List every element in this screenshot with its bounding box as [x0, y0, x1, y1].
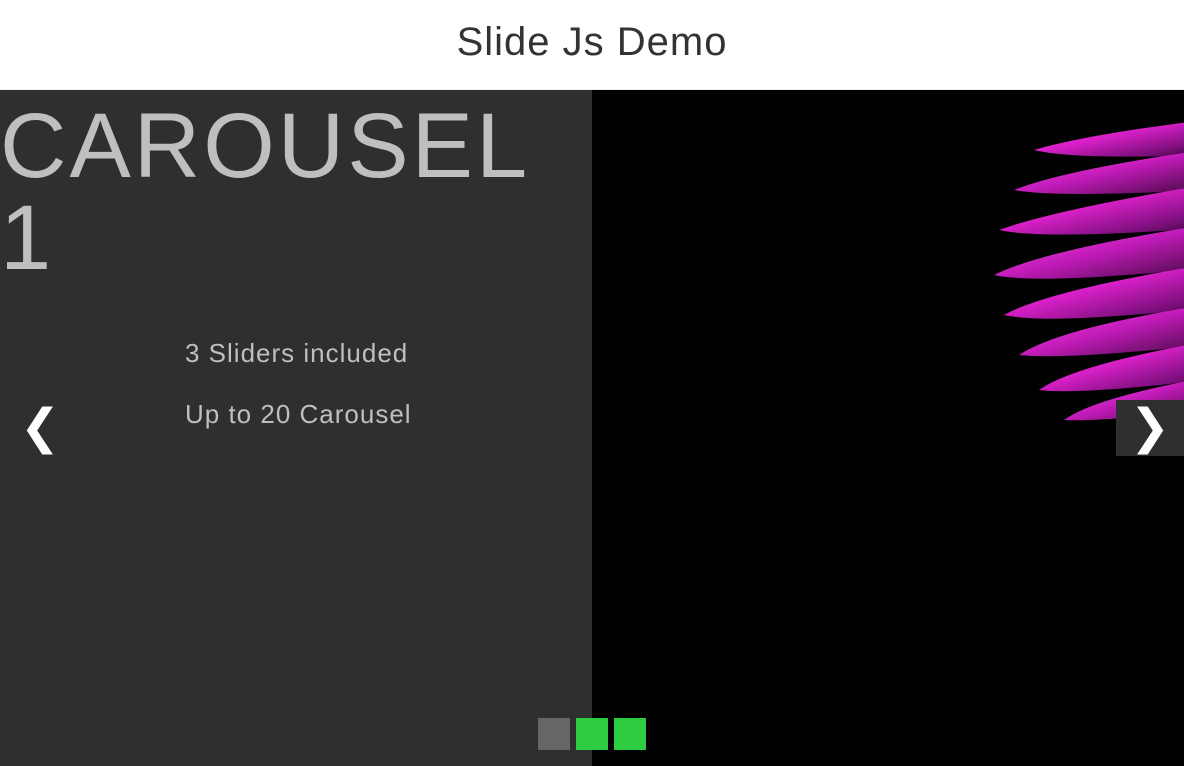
- slide-title: CAROUSEL 1: [0, 100, 592, 284]
- slide-text-panel: CAROUSEL 1 3 Sliders included Up to 20 C…: [0, 90, 592, 766]
- carousel-indicator-1[interactable]: [538, 718, 570, 750]
- carousel-indicator-2[interactable]: [576, 718, 608, 750]
- carousel-indicator-3[interactable]: [614, 718, 646, 750]
- page-title: Slide Js Demo: [0, 20, 1184, 65]
- carousel-indicators: [538, 718, 646, 750]
- carousel-next-button[interactable]: ❯: [1116, 400, 1184, 456]
- slide-feature-item: 3 Sliders included: [185, 338, 592, 369]
- carousel-prev-button[interactable]: ❮: [6, 400, 74, 456]
- carousel: CAROUSEL 1 3 Sliders included Up to 20 C…: [0, 90, 1184, 766]
- flower-image: [944, 110, 1184, 430]
- slide-feature-item: Up to 20 Carousel: [185, 399, 592, 430]
- page-header: Slide Js Demo: [0, 0, 1184, 90]
- slide-feature-list: 3 Sliders included Up to 20 Carousel: [0, 338, 592, 430]
- slide-image-panel: [592, 90, 1184, 766]
